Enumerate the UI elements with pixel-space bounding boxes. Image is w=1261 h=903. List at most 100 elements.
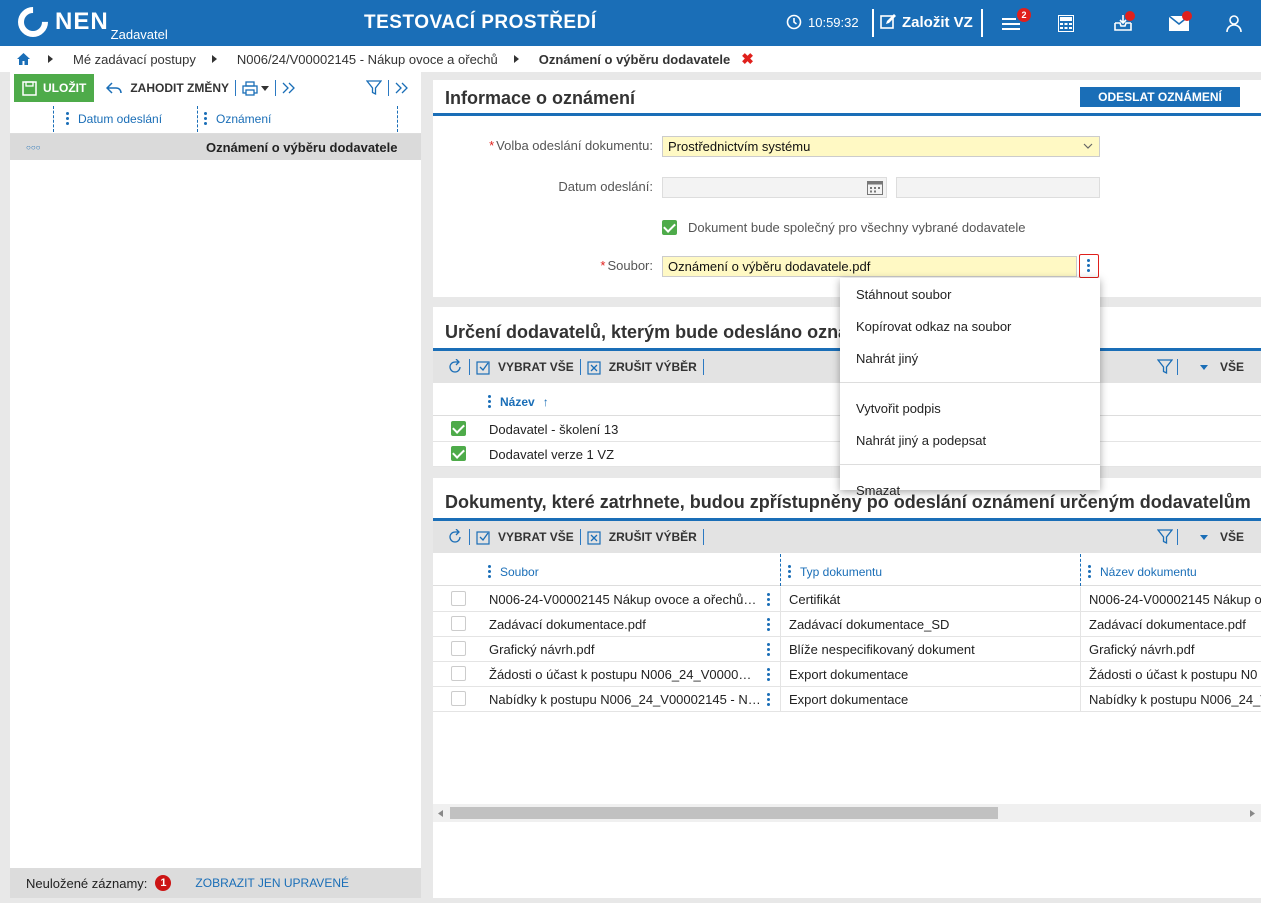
divider <box>235 80 236 96</box>
row-checkbox[interactable] <box>451 421 466 436</box>
column-date-sent[interactable]: Datum odeslání <box>66 110 162 127</box>
row-menu-icon[interactable] <box>767 616 770 633</box>
scroll-thumb[interactable] <box>450 807 998 819</box>
column-separator <box>1080 637 1081 662</box>
column-menu-icon[interactable] <box>488 393 491 410</box>
environment-title: TESTOVACÍ PROSTŘEDÍ <box>364 12 597 33</box>
column-separator <box>780 637 781 662</box>
column-name[interactable]: Název ↑ <box>488 393 549 410</box>
column-menu-icon[interactable] <box>1088 563 1091 580</box>
filter-icon[interactable] <box>366 80 382 96</box>
left-grid-header: Datum odeslání Oznámení <box>10 104 421 134</box>
supplier-name: Dodavatel verze 1 VZ <box>489 447 615 462</box>
date-sent-label: Datum odeslání: <box>558 179 653 194</box>
menu-delete[interactable]: Smazat <box>856 483 900 498</box>
row-checkbox[interactable] <box>451 641 466 656</box>
row-menu-icon[interactable] <box>767 691 770 708</box>
row-checkbox[interactable] <box>451 591 466 606</box>
column-separator <box>397 106 398 132</box>
menu-create-signature[interactable]: Vytvořit podpis <box>856 401 941 416</box>
refresh-icon[interactable] <box>447 529 463 545</box>
close-icon[interactable]: ✖ <box>741 50 754 68</box>
row-menu-icon[interactable] <box>767 591 770 608</box>
row-checkbox[interactable] <box>451 446 466 461</box>
table-row[interactable]: N006-24-V00002145 Nákup ovoce a ořechů… … <box>433 587 1261 612</box>
documents-card: Dokumenty, které zatrhnete, budou zpříst… <box>433 478 1261 898</box>
date-sent-input[interactable] <box>662 177 887 198</box>
table-row[interactable]: Žádosti o účast k postupu N006_24_V0000…… <box>433 662 1261 687</box>
chevron-down-icon[interactable] <box>1200 365 1208 370</box>
doc-file: Nabídky k postupu N006_24_V00002145 - N… <box>489 692 759 707</box>
print-icon[interactable] <box>242 80 258 96</box>
user-icon[interactable] <box>1226 15 1242 32</box>
column-menu-icon[interactable] <box>66 110 69 127</box>
column-doc-name[interactable]: Název dokumentu <box>1088 563 1197 580</box>
column-doc-type[interactable]: Typ dokumentu <box>788 563 882 580</box>
doc-type: Export dokumentace <box>789 692 909 707</box>
inbox-alert-dot <box>1125 11 1135 21</box>
top-bar: NEN Zadavatel TESTOVACÍ PROSTŘEDÍ 10:59:… <box>0 0 1261 46</box>
sort-asc-icon[interactable]: ↑ <box>543 395 549 409</box>
filter-all-dropdown[interactable]: VŠE <box>1220 360 1244 374</box>
horizontal-scrollbar[interactable] <box>433 804 1261 822</box>
column-menu-icon[interactable] <box>204 110 207 127</box>
filter-icon[interactable] <box>1157 359 1173 375</box>
info-card: Informace o oznámení ODESLAT OZNÁMENÍ * V… <box>433 80 1261 297</box>
column-menu-icon[interactable] <box>488 563 491 580</box>
row-checkbox[interactable] <box>451 616 466 631</box>
create-vz-button[interactable]: Založit VZ <box>879 13 973 31</box>
menu-upload-other[interactable]: Nahrát jiný <box>856 351 918 366</box>
breadcrumb-my-procedures[interactable]: Mé zadávací postupy <box>73 52 196 67</box>
row-checkbox[interactable] <box>451 666 466 681</box>
chevron-down-icon[interactable] <box>261 85 269 91</box>
file-value: Oznámení o výběru dodavatele.pdf <box>668 259 871 274</box>
chevron-down-icon[interactable] <box>1200 535 1208 540</box>
time-sent-input[interactable] <box>896 177 1100 198</box>
breadcrumb-arrow-icon <box>48 55 53 63</box>
common-document-checkbox[interactable] <box>662 220 677 235</box>
file-actions-button[interactable] <box>1079 254 1099 278</box>
filter-all-dropdown[interactable]: VŠE <box>1220 530 1244 544</box>
deselect-button[interactable]: ZRUŠIT VÝBĚR <box>609 530 697 544</box>
column-menu-icon[interactable] <box>788 563 791 580</box>
column-file[interactable]: Soubor <box>488 563 539 580</box>
breadcrumb-arrow-icon <box>211 55 217 63</box>
breadcrumb-procedure[interactable]: N006/24/V00002145 - Nákup ovoce a ořechů <box>237 52 498 67</box>
send-notice-button[interactable]: ODESLAT OZNÁMENÍ <box>1080 87 1240 107</box>
filter-icon[interactable] <box>1157 529 1173 545</box>
discard-changes-button[interactable]: ZAHODIT ZMĚNY <box>130 81 229 95</box>
table-row[interactable]: Nabídky k postupu N006_24_V00002145 - N…… <box>433 687 1261 712</box>
expand-icon[interactable] <box>282 82 296 94</box>
select-all-button[interactable]: VYBRAT VŠE <box>498 530 574 544</box>
expand-panel-icon[interactable] <box>395 82 409 94</box>
table-row[interactable]: Zadávací dokumentace.pdf Zadávací dokume… <box>433 612 1261 637</box>
calendar-icon[interactable] <box>867 180 883 195</box>
file-context-menu: Stáhnout soubor Kopírovat odkaz na soubo… <box>840 278 1100 498</box>
file-input[interactable]: Oznámení o výběru dodavatele.pdf <box>662 256 1077 277</box>
row-menu-icon[interactable] <box>767 641 770 658</box>
select-all-button[interactable]: VYBRAT VŠE <box>498 360 574 374</box>
divider <box>579 359 581 375</box>
column-separator <box>780 587 781 612</box>
divider <box>275 80 276 96</box>
row-menu-icon[interactable] <box>767 666 770 683</box>
left-selected-row[interactable]: ○○○ Oznámení o výběru dodavatele <box>10 134 421 160</box>
show-only-modified-link[interactable]: ZOBRAZIT JEN UPRAVENÉ <box>195 876 349 890</box>
column-separator <box>1080 612 1081 637</box>
home-icon[interactable] <box>17 53 30 65</box>
scroll-left-icon[interactable] <box>438 810 443 817</box>
scroll-right-icon[interactable] <box>1250 810 1255 817</box>
row-checkbox[interactable] <box>451 691 466 706</box>
save-button[interactable]: ULOŽIT <box>14 74 95 102</box>
column-notice[interactable]: Oznámení <box>204 110 271 127</box>
send-option-select[interactable]: Prostřednictvím systému <box>662 136 1100 157</box>
nen-logo[interactable]: NEN Zadavatel <box>11 0 168 44</box>
menu-upload-and-sign[interactable]: Nahrát jiný a podepsat <box>856 433 986 448</box>
deselect-button[interactable]: ZRUŠIT VÝBĚR <box>609 360 697 374</box>
select-all-icon <box>476 359 492 375</box>
calculator-icon[interactable] <box>1058 15 1074 32</box>
menu-copy-file-link[interactable]: Kopírovat odkaz na soubor <box>856 319 1011 334</box>
menu-download-file[interactable]: Stáhnout soubor <box>856 287 951 302</box>
refresh-icon[interactable] <box>447 359 463 375</box>
table-row[interactable]: Grafický návrh.pdf Blíže nespecifikovaný… <box>433 637 1261 662</box>
